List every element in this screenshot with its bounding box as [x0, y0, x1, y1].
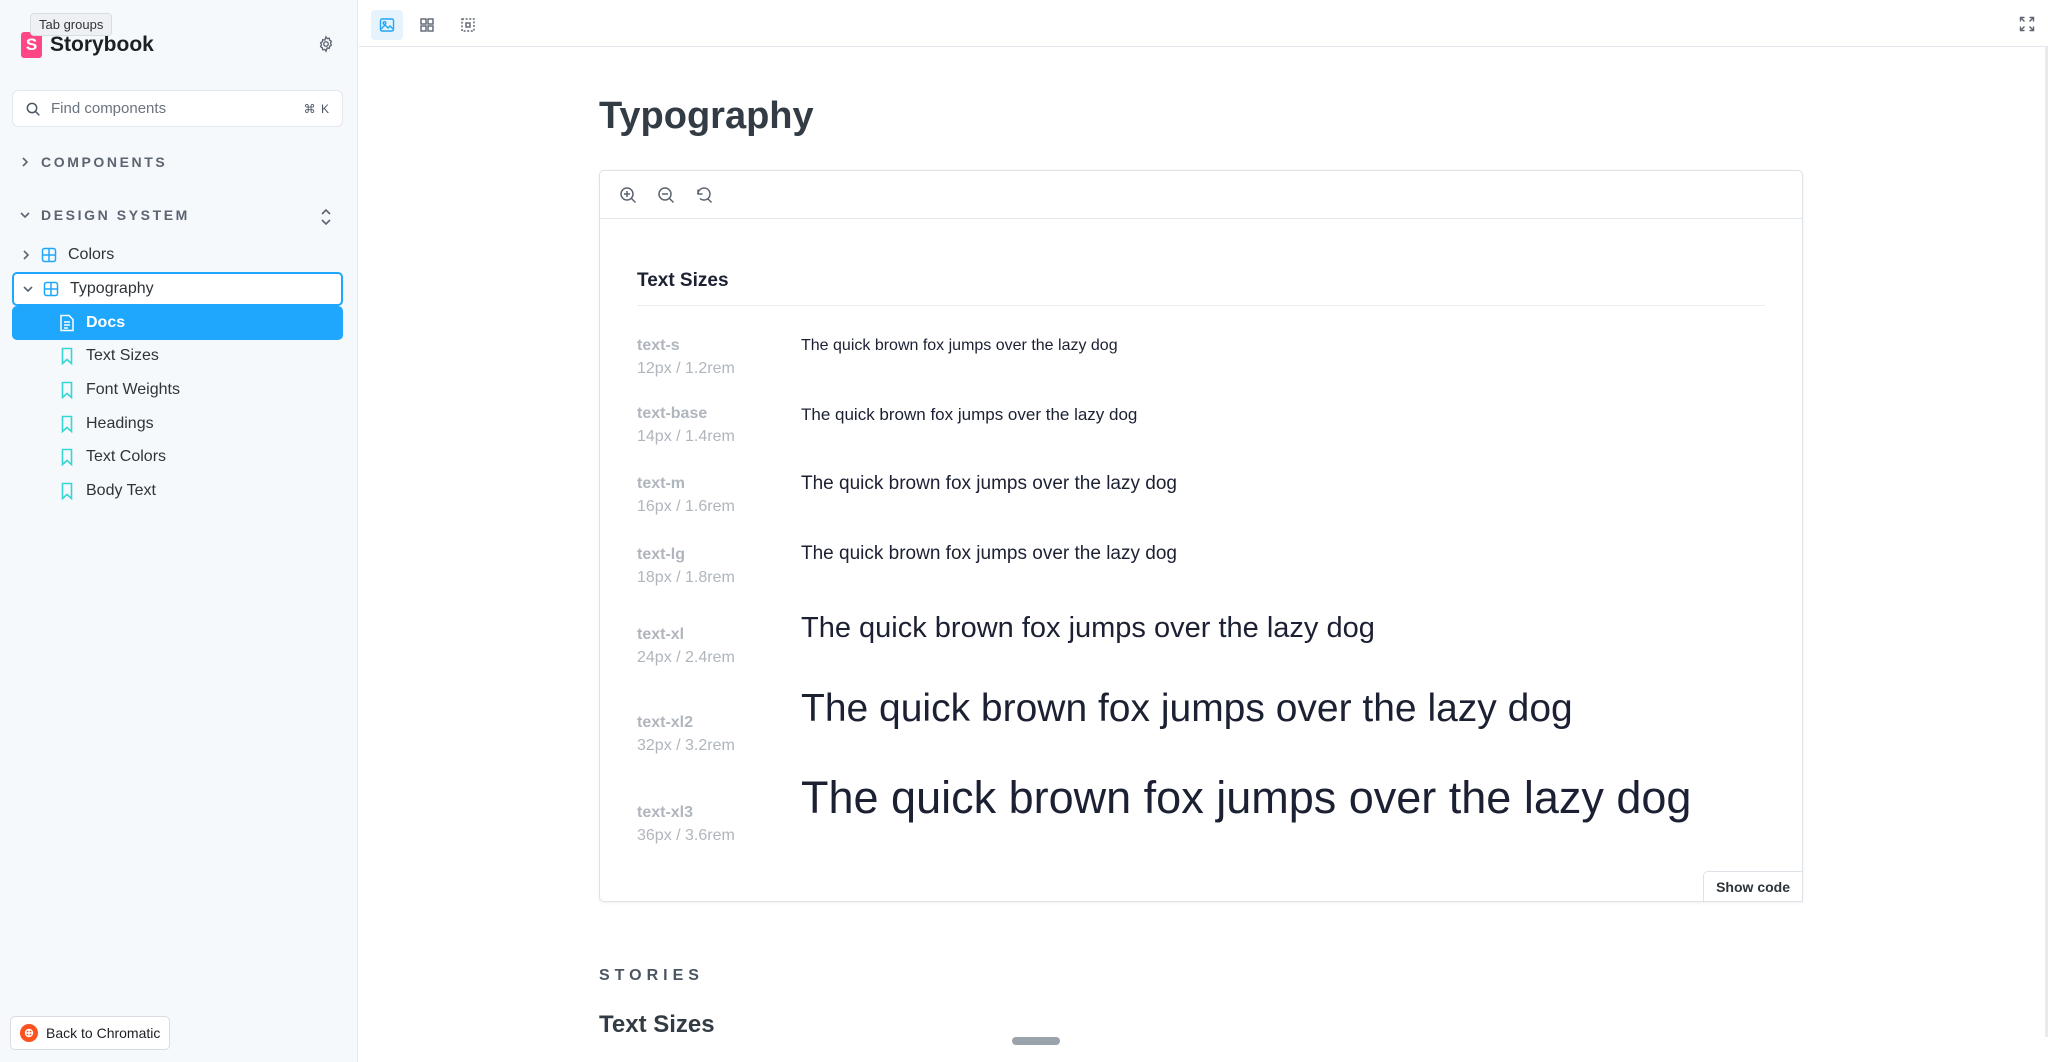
sidebar-item-label: Font Weights: [86, 381, 180, 398]
section-design-system[interactable]: DESIGN SYSTEM: [19, 207, 190, 223]
text-size-sample: The quick brown fox jumps over the lazy …: [801, 337, 1118, 354]
expand-collapse-all-button[interactable]: [316, 205, 336, 229]
fullscreen-button[interactable]: [2015, 12, 2039, 36]
sidebar-item-label: Typography: [70, 280, 154, 297]
chevron-down-icon: [23, 286, 33, 293]
back-to-chromatic-button[interactable]: Back to Chromatic: [10, 1016, 171, 1050]
text-size-value: 32px / 3.2rem: [637, 737, 735, 754]
sidebar-item-label: Docs: [86, 314, 126, 331]
sidebar-item-docs[interactable]: Docs: [12, 306, 343, 340]
brand-name: Storybook: [50, 33, 154, 56]
preview-zoom-bar: [600, 171, 1802, 219]
outline-toggle-button[interactable]: [452, 10, 484, 40]
sidebar-item-label: Text Colors: [86, 448, 167, 465]
sidebar: Tab groups S Storybook ⌘ K COMPONENTS DE…: [0, 0, 358, 1062]
canvas-tab-button[interactable]: [371, 10, 403, 40]
expand-icon: [2019, 16, 2035, 32]
search-icon: [26, 102, 40, 116]
section-components[interactable]: COMPONENTS: [19, 154, 167, 170]
gear-icon: [319, 35, 333, 53]
search-box[interactable]: ⌘ K: [12, 90, 343, 127]
text-size-value: 16px / 1.6rem: [637, 498, 735, 515]
text-size-name: text-xl3: [637, 804, 694, 821]
text-size-sample: The quick brown fox jumps over the lazy …: [801, 687, 1573, 730]
expand-collapse-icon: [321, 208, 331, 226]
story-preview-block: Text Sizes text-s 12px / 1.2rem The quic…: [599, 170, 1803, 902]
bookmark-icon: [61, 415, 73, 433]
stories-label: STORIES: [599, 967, 704, 984]
sidebar-story-text-colors[interactable]: Text Colors: [12, 440, 343, 474]
sidebar-story-font-weights[interactable]: Font Weights: [12, 373, 343, 407]
sidebar-story-headings[interactable]: Headings: [12, 407, 343, 441]
preview-toolbar: [359, 0, 2048, 47]
tab-groups-tooltip: Tab groups: [30, 13, 113, 36]
text-size-sample: The quick brown fox jumps over the lazy …: [801, 473, 1177, 494]
text-size-sample: The quick brown fox jumps over the lazy …: [801, 405, 1138, 424]
outline-icon: [461, 18, 475, 32]
stories-subtitle: Text Sizes: [599, 1011, 715, 1038]
bookmark-icon: [61, 381, 73, 399]
chevron-right-icon: [22, 157, 29, 167]
grid-toggle-button[interactable]: [411, 10, 443, 40]
text-size-name: text-m: [637, 475, 686, 492]
sidebar-item-label: Colors: [68, 246, 115, 263]
zoom-in-icon: [620, 186, 637, 203]
component-grid-icon: [43, 281, 59, 297]
text-size-sample: The quick brown fox jumps over the lazy …: [801, 612, 1375, 644]
image-icon: [379, 18, 395, 32]
show-code-button[interactable]: Show code: [1703, 871, 1803, 902]
text-size-sample: The quick brown fox jumps over the lazy …: [801, 543, 1177, 564]
text-size-value: 12px / 1.2rem: [637, 360, 735, 377]
text-size-name: text-lg: [637, 546, 685, 563]
settings-button[interactable]: [314, 32, 338, 56]
zoom-out-button[interactable]: [652, 181, 680, 209]
chevron-down-icon: [20, 212, 30, 219]
grid-icon: [420, 18, 434, 32]
text-size-value: 24px / 2.4rem: [637, 649, 735, 666]
zoom-reset-button[interactable]: [690, 181, 718, 209]
chromatic-logo-icon: [20, 1024, 38, 1042]
text-size-value: 18px / 1.8rem: [637, 569, 735, 586]
text-size-name: text-xl: [637, 626, 685, 643]
section-divider: [637, 305, 1765, 306]
text-size-value: 14px / 1.4rem: [637, 428, 735, 445]
sidebar-story-body-text[interactable]: Body Text: [12, 474, 343, 508]
bookmark-icon: [61, 482, 73, 500]
search-input[interactable]: [51, 100, 304, 117]
search-shortcut: ⌘ K: [303, 101, 330, 116]
bookmark-icon: [61, 448, 73, 466]
main-panel: Typography Text Sizes text-s 12px / 1.2r…: [359, 0, 2048, 1062]
page-title: Typography: [599, 95, 814, 137]
chevron-right-icon: [23, 250, 30, 260]
section-label: DESIGN SYSTEM: [41, 207, 190, 223]
component-grid-icon: [41, 247, 57, 263]
sidebar-item-label: Headings: [86, 415, 154, 432]
back-button-label: Back to Chromatic: [46, 1025, 161, 1041]
addons-panel-drag-handle[interactable]: [1012, 1037, 1060, 1045]
text-size-name: text-s: [637, 337, 680, 354]
sidebar-item-label: Text Sizes: [86, 347, 159, 364]
zoom-in-button[interactable]: [614, 181, 642, 209]
sidebar-item-label: Body Text: [86, 482, 156, 499]
bookmark-icon: [61, 347, 73, 365]
sidebar-story-text-sizes[interactable]: Text Sizes: [12, 339, 343, 373]
reset-zoom-icon: [697, 186, 713, 203]
sidebar-item-colors[interactable]: Colors: [12, 238, 343, 272]
text-sizes-heading: Text Sizes: [637, 270, 729, 291]
text-size-value: 36px / 3.6rem: [637, 827, 735, 844]
text-size-name: text-base: [637, 405, 708, 422]
text-size-name: text-xl2: [637, 714, 694, 731]
section-label: COMPONENTS: [41, 154, 168, 170]
zoom-out-icon: [658, 186, 675, 203]
document-icon: [60, 314, 74, 332]
text-size-sample: The quick brown fox jumps over the lazy …: [801, 772, 1692, 823]
sidebar-item-typography[interactable]: Typography: [12, 272, 343, 306]
